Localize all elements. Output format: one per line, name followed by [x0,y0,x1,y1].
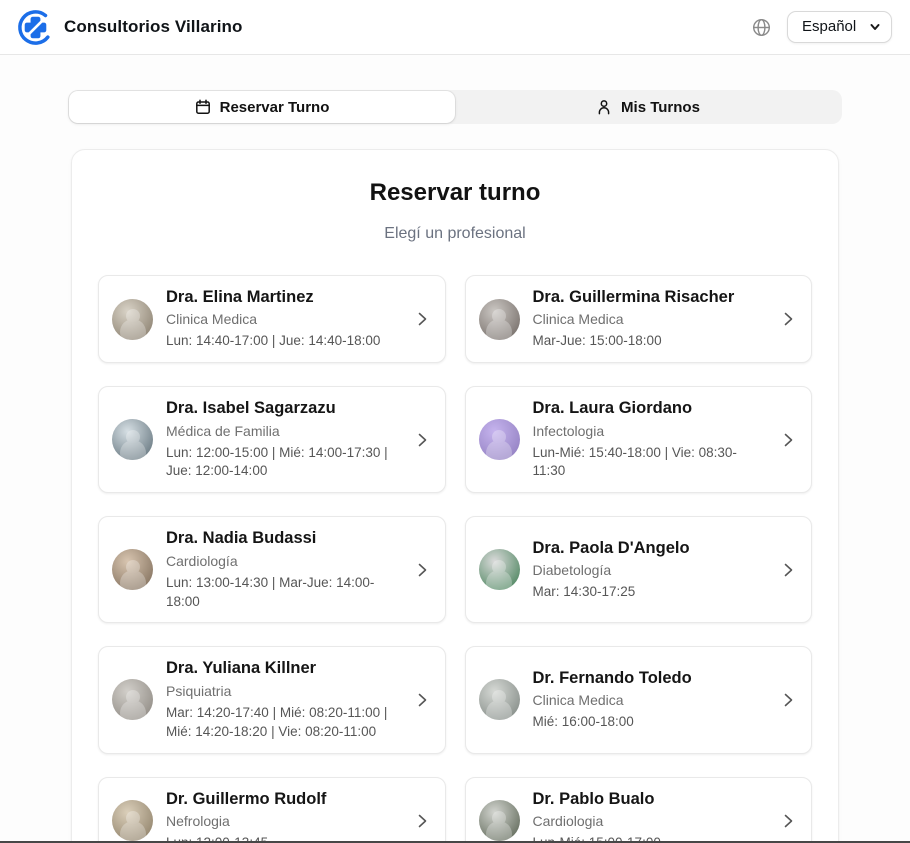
doctor-grid: Dra. Elina Martinez Clinica Medica Lun: … [98,275,812,843]
doctor-info: Dra. Yuliana Killner Psiquiatria Mar: 14… [166,658,400,741]
doctor-info: Dra. Paola D'Angelo Diabetología Mar: 14… [533,538,767,602]
doctor-avatar [479,679,520,720]
doctor-name: Dr. Guillermo Rudolf [166,789,400,810]
chevron-right-icon [413,310,431,328]
brand-logo-icon [17,9,54,46]
doctor-specialty: Médica de Familia [166,422,400,441]
chevron-right-icon [413,561,431,579]
booking-card: Reservar turno Elegí un profesional Dra.… [71,149,839,843]
doctor-name: Dra. Paola D'Angelo [533,538,767,559]
doctor-avatar [112,299,153,340]
app-header: Consultorios Villarino Español [0,0,910,55]
doctor-info: Dr. Guillermo Rudolf Nefrologia Lun: 12:… [166,789,400,843]
chevron-right-icon [779,812,797,830]
doctor-specialty: Infectologia [533,422,767,441]
doctor-schedule: Lun-Mié: 15:40-18:00 | Vie: 08:30-11:30 [533,444,767,482]
doctor-info: Dra. Guillermina Risacher Clinica Medica… [533,287,767,351]
doctor-info: Dr. Pablo Bualo Cardiologia Lun-Mié: 15:… [533,789,767,843]
doctor-info: Dr. Fernando Toledo Clinica Medica Mié: … [533,668,767,732]
doctor-name: Dra. Nadia Budassi [166,528,400,549]
doctor-name: Dra. Isabel Sagarzazu [166,398,400,419]
doctor-name: Dr. Fernando Toledo [533,668,767,689]
doctor-avatar [479,549,520,590]
doctor-specialty: Diabetología [533,561,767,580]
doctor-specialty: Clinica Medica [533,691,767,710]
doctor-info: Dra. Laura Giordano Infectologia Lun-Mié… [533,398,767,481]
doctor-specialty: Clinica Medica [533,310,767,329]
tab-label: Reservar Turno [220,99,330,116]
doctor-name: Dra. Laura Giordano [533,398,767,419]
doctor-card[interactable]: Dra. Elina Martinez Clinica Medica Lun: … [98,275,446,363]
doctor-specialty: Nefrologia [166,812,400,831]
doctor-avatar [479,419,520,460]
language-select[interactable]: Español [787,11,892,43]
doctor-info: Dra. Isabel Sagarzazu Médica de Familia … [166,398,400,481]
brand-title: Consultorios Villarino [64,17,243,37]
tab-label: Mis Turnos [621,99,700,116]
person-icon [596,99,612,115]
doctor-schedule: Lun: 13:00-14:30 | Mar-Jue: 14:00-18:00 [166,574,400,612]
doctor-schedule: Mar-Jue: 15:00-18:00 [533,332,767,351]
page-title: Reservar turno [98,179,812,207]
tabbar: Reservar Turno Mis Turnos [68,90,842,124]
chevron-right-icon [413,691,431,709]
doctor-avatar [479,800,520,841]
header-right: Español [752,11,892,43]
doctor-info: Dra. Nadia Budassi Cardiología Lun: 13:0… [166,528,400,611]
language-select-wrapper: Español [787,11,892,43]
doctor-info: Dra. Elina Martinez Clinica Medica Lun: … [166,287,400,351]
doctor-card[interactable]: Dr. Fernando Toledo Clinica Medica Mié: … [465,646,813,753]
doctor-schedule: Lun: 14:40-17:00 | Jue: 14:40-18:00 [166,332,400,351]
chevron-right-icon [779,691,797,709]
chevron-right-icon [779,431,797,449]
brand: Consultorios Villarino [17,9,243,46]
globe-icon [752,18,771,37]
doctor-name: Dr. Pablo Bualo [533,789,767,810]
doctor-card[interactable]: Dr. Pablo Bualo Cardiologia Lun-Mié: 15:… [465,777,813,843]
doctor-card[interactable]: Dra. Laura Giordano Infectologia Lun-Mié… [465,386,813,493]
doctor-schedule: Lun: 12:00-15:00 | Mié: 14:00-17:30 | Ju… [166,444,400,482]
doctor-card[interactable]: Dra. Isabel Sagarzazu Médica de Familia … [98,386,446,493]
doctor-card[interactable]: Dra. Paola D'Angelo Diabetología Mar: 14… [465,516,813,623]
doctor-name: Dra. Elina Martinez [166,287,400,308]
doctor-card[interactable]: Dr. Guillermo Rudolf Nefrologia Lun: 12:… [98,777,446,843]
doctor-avatar [112,549,153,590]
doctor-specialty: Cardiologia [533,812,767,831]
doctor-avatar [479,299,520,340]
doctor-schedule: Mié: 16:00-18:00 [533,713,767,732]
chevron-right-icon [413,431,431,449]
doctor-schedule: Mar: 14:20-17:40 | Mié: 08:20-11:00 | Mi… [166,704,400,742]
doctor-name: Dra. Yuliana Killner [166,658,400,679]
doctor-specialty: Clinica Medica [166,310,400,329]
doctor-schedule: Mar: 14:30-17:25 [533,583,767,602]
doctor-avatar [112,800,153,841]
doctor-name: Dra. Guillermina Risacher [533,287,767,308]
chevron-right-icon [413,812,431,830]
doctor-specialty: Psiquiatria [166,682,400,701]
doctor-card[interactable]: Dra. Guillermina Risacher Clinica Medica… [465,275,813,363]
calendar-icon [195,99,211,115]
doctor-specialty: Cardiología [166,552,400,571]
chevron-right-icon [779,310,797,328]
doctor-avatar [112,419,153,460]
tab-reservar-turno[interactable]: Reservar Turno [69,91,455,123]
page-subtitle: Elegí un profesional [98,225,812,243]
doctor-avatar [112,679,153,720]
tab-mis-turnos[interactable]: Mis Turnos [455,91,841,123]
doctor-card[interactable]: Dra. Nadia Budassi Cardiología Lun: 13:0… [98,516,446,623]
doctor-card[interactable]: Dra. Yuliana Killner Psiquiatria Mar: 14… [98,646,446,753]
chevron-right-icon [779,561,797,579]
